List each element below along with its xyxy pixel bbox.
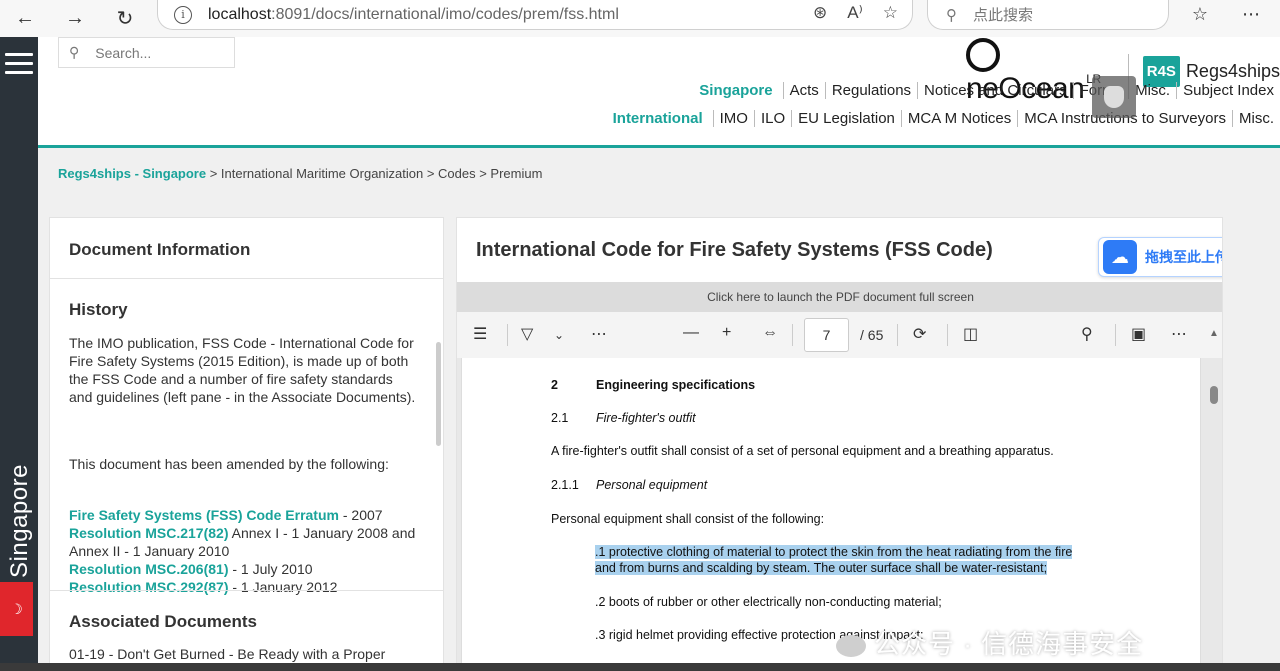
history-scrollbar[interactable] xyxy=(434,328,442,590)
nav-international-head[interactable]: International xyxy=(613,110,703,127)
nav-acts[interactable]: Acts xyxy=(782,82,825,99)
pdf-paragraph: Personal equipment shall consist of the … xyxy=(551,512,825,526)
breadcrumb-home[interactable]: Regs4ships - Singapore xyxy=(58,166,206,181)
nav-subject-index[interactable]: Subject Index xyxy=(1176,82,1280,99)
back-icon[interactable]: ← xyxy=(0,4,50,34)
cloud-upload-icon: ☁ xyxy=(1103,240,1137,274)
amendment-item: Resolution MSC.217(82) Annex I - 1 Janua… xyxy=(69,525,416,559)
pdf-list-item: .2 boots of rubber or other electrically… xyxy=(595,595,942,609)
pdf-toolbar: ☰ ▽ ⌄ ⋯ — + ⇔ 7 / 65 ⟳ ◫ ⚲ ▣ ⋯ xyxy=(457,312,1222,358)
fit-page-icon[interactable]: ⇔ xyxy=(762,324,778,342)
nav-singapore-head[interactable]: Singapore xyxy=(699,82,772,99)
highlight-icon[interactable]: ▽ xyxy=(521,324,533,344)
overlay-shield-icon[interactable] xyxy=(1092,76,1136,118)
contents-icon[interactable]: ☰ xyxy=(473,324,487,344)
address-bar[interactable]: i localhost:8091/docs/international/imo/… xyxy=(157,0,913,30)
amendment-link[interactable]: Resolution MSC.217(82) xyxy=(69,525,228,541)
site-header: ⚲ Search... neOceanLR R4S Regs4ships Sin… xyxy=(38,37,1280,148)
browser-search-placeholder: 点此搜索 xyxy=(973,7,1034,24)
page-total: / 65 xyxy=(860,327,884,343)
nav-imo[interactable]: IMO xyxy=(712,110,754,127)
amendment-link[interactable]: Resolution MSC.206(81) xyxy=(69,561,228,577)
associated-doc-item[interactable]: 01-19 - Don't Get Burned - Be Ready with… xyxy=(69,646,385,662)
launch-fullscreen-bar[interactable]: Click here to launch the PDF document fu… xyxy=(457,282,1222,312)
pdf-paragraph: A fire-fighter's outfit shall consist of… xyxy=(551,444,1054,458)
pdf-highlighted-line: .1 protective clothing of material to pr… xyxy=(595,545,1073,559)
menu-icon[interactable] xyxy=(5,53,33,80)
zoom-in-icon[interactable]: + xyxy=(722,324,731,342)
favorite-star-icon[interactable]: ☆ xyxy=(883,3,898,23)
search-icon: ⚲ xyxy=(946,6,957,24)
refresh-icon[interactable]: ↻ xyxy=(100,4,150,34)
rail-region-label: Singapore xyxy=(6,464,33,578)
read-aloud-icon[interactable]: A⁾ xyxy=(847,3,863,23)
history-title: History xyxy=(69,300,128,319)
regs4ships-logo-text: Regs4ships xyxy=(1185,61,1280,82)
info-icon[interactable]: i xyxy=(174,5,192,24)
pdf-heading-2-1: Fire-fighter's outfit xyxy=(596,411,696,425)
nav-international-misc[interactable]: Misc. xyxy=(1232,110,1280,127)
pdf-more-icon[interactable]: ⋯ xyxy=(1171,324,1187,344)
browser-search-box[interactable]: ⚲ 点此搜索 xyxy=(927,0,1169,30)
amendment-list: Fire Safety Systems (FSS) Code Erratum -… xyxy=(69,506,419,596)
pdf-heading-2-1-1: Personal equipment xyxy=(596,478,708,492)
site-search-placeholder: Search... xyxy=(95,44,152,61)
nav-regulations[interactable]: Regulations xyxy=(824,82,917,99)
amendment-link[interactable]: Fire Safety Systems (FSS) Code Erratum xyxy=(69,507,339,523)
watermark: 公众号 · 信德海事安全 xyxy=(836,624,1143,661)
amendment-link[interactable]: Resolution MSC.292(87) xyxy=(69,579,228,595)
side-rail: Singapore ☽ xyxy=(0,37,38,671)
history-text: The IMO publication, FSS Code - Internat… xyxy=(69,335,416,405)
document-viewer-panel: International Code for Fire Safety Syste… xyxy=(456,217,1223,671)
pdf-heading-2: Engineering specifications xyxy=(596,378,756,392)
site-search-input[interactable]: ⚲ Search... xyxy=(58,37,235,68)
taskbar-strip xyxy=(0,663,1280,671)
nav-international: International IMO ILO EU Legislation MCA… xyxy=(613,110,1280,127)
page-view-icon[interactable]: ◫ xyxy=(963,324,978,344)
chevron-down-icon[interactable]: ⌄ xyxy=(554,328,564,342)
nav-eu-legislation[interactable]: EU Legislation xyxy=(791,110,901,127)
document-info-title: Document Information xyxy=(69,240,251,259)
wechat-logo-icon xyxy=(836,635,866,658)
nav-ilo[interactable]: ILO xyxy=(753,110,791,127)
upload-label: 拖拽至此上传 xyxy=(1145,249,1223,265)
amended-text: This document has been amended by the fo… xyxy=(69,456,389,472)
pdf-highlighted-line: and from burns and scalding by steam. Th… xyxy=(595,561,1048,575)
amendment-item: Fire Safety Systems (FSS) Code Erratum -… xyxy=(69,507,383,523)
browser-toolbar: ← → ↻ i localhost:8091/docs/internationa… xyxy=(0,0,1280,37)
rotate-icon[interactable]: ⟳ xyxy=(913,324,926,344)
pdf-scrollbar[interactable]: ▲ xyxy=(1208,328,1220,670)
more-tools-icon[interactable]: ⋯ xyxy=(591,324,607,344)
save-icon[interactable]: ▣ xyxy=(1131,324,1146,344)
associated-docs-title: Associated Documents xyxy=(69,612,257,631)
forward-icon[interactable]: → xyxy=(50,4,100,34)
nav-mca-m-notices[interactable]: MCA M Notices xyxy=(900,110,1017,127)
page-number-input[interactable]: 7 xyxy=(804,318,849,352)
scroll-up-icon[interactable]: ▲ xyxy=(1209,328,1219,339)
find-icon[interactable]: ⚲ xyxy=(1081,324,1093,344)
zoom-out-icon[interactable]: — xyxy=(683,324,699,342)
url-host: localhost xyxy=(208,5,272,23)
search-icon: ⚲ xyxy=(69,44,80,60)
document-info-panel: Document Information History The IMO pub… xyxy=(49,217,444,671)
more-icon[interactable]: ⋯ xyxy=(1242,4,1260,25)
singapore-flag-icon[interactable]: ☽ xyxy=(0,582,33,636)
amendment-item: Resolution MSC.292(87) - 1 January 2012 xyxy=(69,579,338,595)
document-title: International Code for Fire Safety Syste… xyxy=(476,239,993,261)
nav-singapore: Singapore Acts Regulations Notices and C… xyxy=(699,82,1280,99)
favorites-icon[interactable]: ☆ xyxy=(1192,4,1208,25)
breadcrumb: Regs4ships - Singapore > International M… xyxy=(58,166,542,181)
upload-drop-badge[interactable]: ☁ 拖拽至此上传 xyxy=(1098,237,1223,277)
breadcrumb-trail: > International Maritime Organization > … xyxy=(206,166,543,181)
nav-notices[interactable]: Notices and Circulars xyxy=(917,82,1073,99)
amendment-item: Resolution MSC.206(81) - 1 July 2010 xyxy=(69,561,313,577)
url-path: :8091/docs/international/imo/codes/prem/… xyxy=(271,5,619,23)
translate-icon[interactable]: ⊛ xyxy=(813,3,827,23)
